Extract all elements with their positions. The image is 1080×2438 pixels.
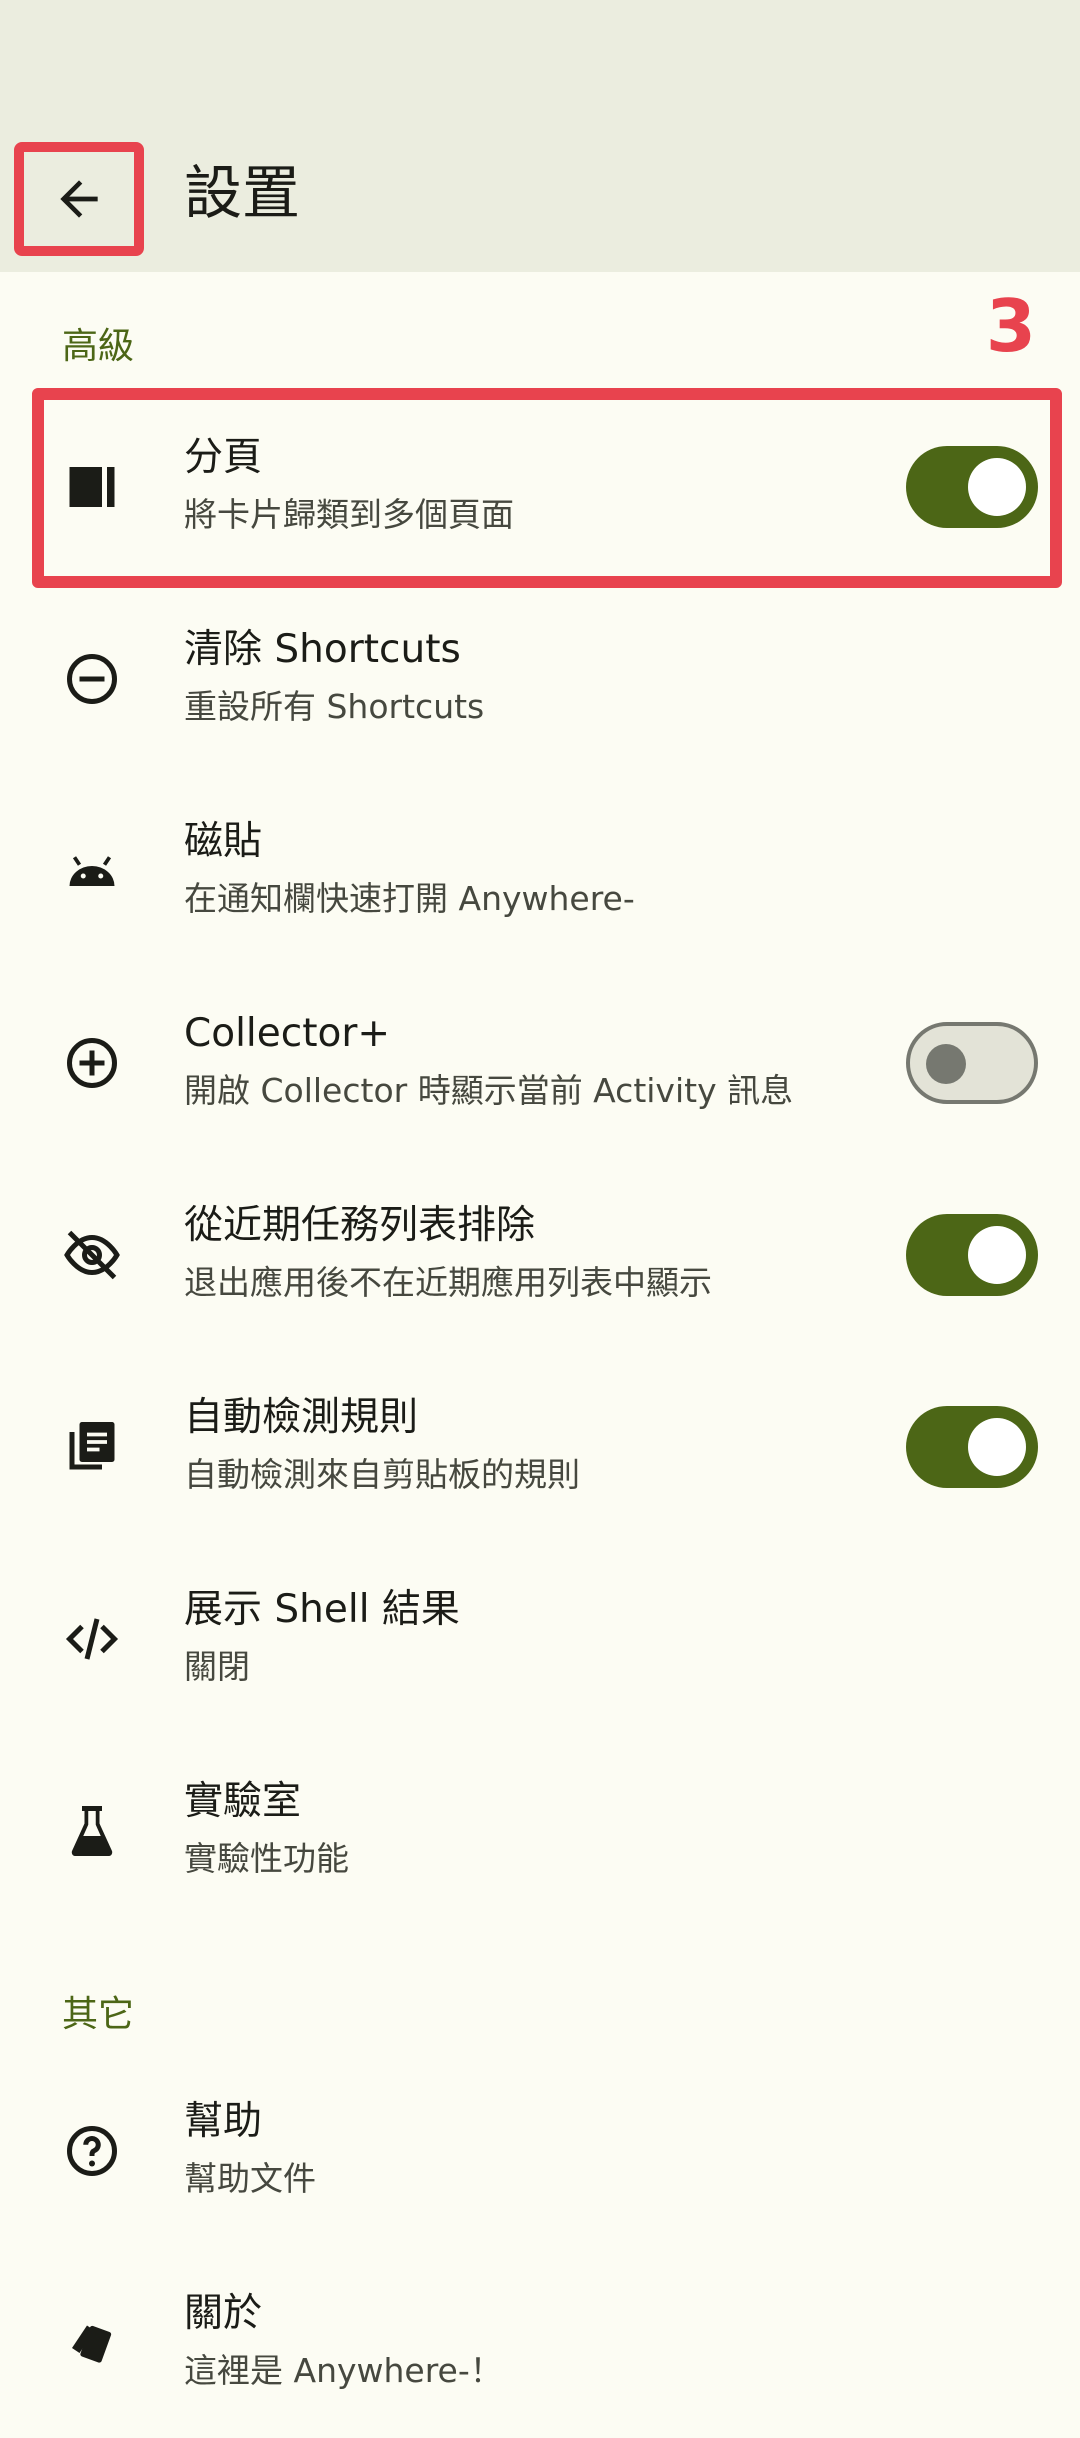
- page-title: 設置: [184, 159, 301, 227]
- setting-title: 關於: [184, 2291, 263, 2336]
- setting-subtitle: 重設所有 Shortcuts: [184, 687, 485, 726]
- arrow-back-icon: [60, 180, 98, 218]
- annotation-number: 3: [985, 284, 1036, 368]
- setting-subtitle: 幫助文件: [184, 2159, 316, 2198]
- setting-item-help[interactable]: 幫助 幫助文件: [0, 2056, 1080, 2246]
- setting-title: 自動檢測規則: [184, 1395, 419, 1440]
- plus-circle-icon: [62, 1033, 122, 1093]
- setting-item-lab[interactable]: 實驗室 實驗性功能: [0, 1736, 1080, 1926]
- toggle-knob: [968, 1226, 1026, 1284]
- code-icon: [62, 1609, 122, 1669]
- section-header-other: 其它: [62, 1994, 135, 2035]
- collector-toggle[interactable]: [906, 1022, 1038, 1104]
- android-icon: [62, 841, 122, 901]
- cards-icon: [62, 2313, 122, 2373]
- documents-icon: [62, 1417, 122, 1477]
- setting-title: 展示 Shell 結果: [184, 1587, 460, 1632]
- setting-title: 從近期任務列表排除: [184, 1203, 536, 1248]
- pages-toggle[interactable]: [906, 446, 1038, 528]
- setting-subtitle: 開啟 Collector 時顯示當前 Activity 訊息: [184, 1071, 794, 1110]
- setting-title: 幫助: [184, 2099, 263, 2144]
- setting-title: 磁貼: [184, 819, 263, 864]
- exclude-recents-toggle[interactable]: [906, 1214, 1038, 1296]
- app-bar: 設置: [0, 0, 1080, 272]
- minus-circle-icon: [62, 649, 122, 709]
- auto-detect-toggle[interactable]: [906, 1406, 1038, 1488]
- setting-title: 清除 Shortcuts: [184, 627, 461, 672]
- toggle-knob: [968, 1418, 1026, 1476]
- tab-page-icon: [62, 457, 122, 517]
- setting-title: Collector+: [184, 1011, 391, 1056]
- back-button[interactable]: [14, 142, 144, 256]
- eye-off-icon: [62, 1225, 122, 1285]
- flask-icon: [62, 1801, 122, 1861]
- setting-item-clear-shortcuts[interactable]: 清除 Shortcuts 重設所有 Shortcuts: [0, 584, 1080, 774]
- setting-subtitle: 將卡片歸類到多個頁面: [184, 495, 514, 534]
- toggle-knob: [926, 1044, 966, 1084]
- setting-subtitle: 關閉: [184, 1647, 250, 1686]
- setting-subtitle: 自動檢測來自剪貼板的規則: [184, 1455, 580, 1494]
- setting-subtitle: 退出應用後不在近期應用列表中顯示: [184, 1263, 712, 1302]
- setting-item-pages[interactable]: 分頁 將卡片歸類到多個頁面: [0, 392, 1080, 582]
- help-circle-icon: [62, 2121, 122, 2181]
- section-header-advanced: 高級: [62, 326, 135, 367]
- setting-item-about[interactable]: 關於 這裡是 Anywhere-！: [0, 2248, 1080, 2438]
- setting-title: 實驗室: [184, 1779, 302, 1824]
- toggle-knob: [968, 458, 1026, 516]
- setting-item-tiles[interactable]: 磁貼 在通知欄快速打開 Anywhere-: [0, 776, 1080, 966]
- setting-title: 分頁: [184, 435, 263, 480]
- setting-subtitle: 這裡是 Anywhere-！: [184, 2351, 503, 2390]
- setting-item-shell-result[interactable]: 展示 Shell 結果 關閉: [0, 1544, 1080, 1734]
- setting-item-exclude-recents[interactable]: 從近期任務列表排除 退出應用後不在近期應用列表中顯示: [0, 1160, 1080, 1350]
- setting-subtitle: 實驗性功能: [184, 1839, 349, 1878]
- setting-subtitle: 在通知欄快速打開 Anywhere-: [184, 879, 635, 918]
- setting-item-auto-detect[interactable]: 自動檢測規則 自動檢測來自剪貼板的規則: [0, 1352, 1080, 1542]
- setting-item-collector[interactable]: Collector+ 開啟 Collector 時顯示當前 Activity 訊…: [0, 968, 1080, 1158]
